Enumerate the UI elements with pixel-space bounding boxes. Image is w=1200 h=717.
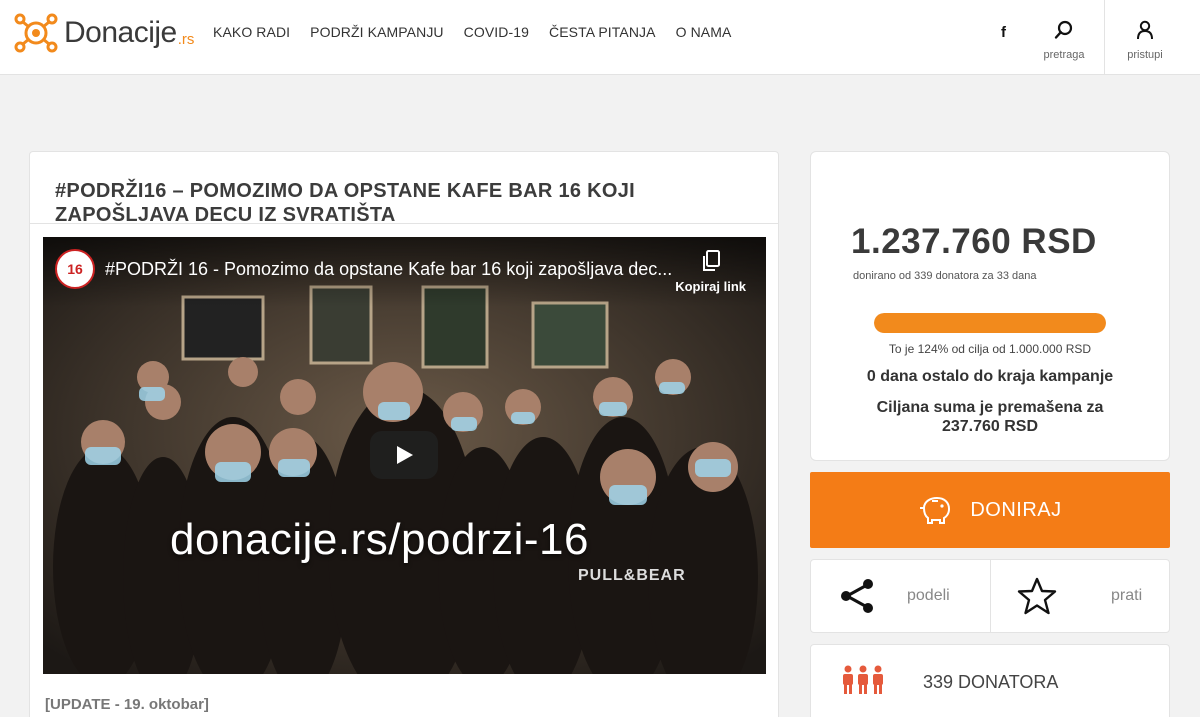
donated-note: donirano od 339 donatora za 33 dana bbox=[853, 270, 1037, 282]
search-label: pretraga bbox=[1043, 49, 1085, 61]
nav-item-cesta-pitanja[interactable]: ČESTA PITANJA bbox=[549, 24, 656, 40]
follow-button[interactable]: prati bbox=[991, 560, 1170, 632]
amount-raised: 1.237.760 RSD bbox=[851, 222, 1097, 261]
header-divider bbox=[1104, 0, 1105, 75]
nav-item-podrzi-kampanju[interactable]: PODRŽI KAMPANJU bbox=[310, 24, 443, 40]
video-player[interactable]: 16 #PODRŽI 16 - Pomozimo da opstane Kafe… bbox=[43, 237, 766, 674]
campaign-card: #PODRŽI16 – POMOZIMO DA OPSTANE KAFE BAR… bbox=[29, 151, 779, 717]
facebook-icon[interactable]: f bbox=[1001, 24, 1006, 41]
star-icon bbox=[1017, 577, 1057, 615]
play-icon bbox=[397, 446, 413, 464]
channel-avatar[interactable]: 16 bbox=[55, 249, 95, 289]
nav-item-covid-19[interactable]: COVID-19 bbox=[464, 24, 529, 40]
people-icon bbox=[843, 665, 883, 694]
video-title[interactable]: #PODRŽI 16 - Pomozimo da opstane Kafe ba… bbox=[105, 259, 672, 280]
search-icon bbox=[1054, 20, 1073, 39]
donors-card[interactable]: 339 DONATORA bbox=[810, 644, 1170, 717]
copy-link-label: Kopiraj link bbox=[675, 279, 746, 294]
shirt-print: PULL&BEAR bbox=[578, 567, 686, 584]
logo-tld: .rs bbox=[177, 30, 195, 48]
logo-text: Donacije bbox=[64, 16, 177, 49]
video-caption: donacije.rs/podrzi-16 bbox=[170, 515, 589, 564]
donation-stats-card: 1.237.760 RSD donirano od 339 donatora z… bbox=[810, 151, 1170, 461]
user-icon bbox=[1137, 20, 1153, 40]
donate-label: DONIRAJ bbox=[970, 498, 1062, 521]
copy-icon bbox=[702, 250, 720, 271]
nav-item-kako-radi[interactable]: KAKO RADI bbox=[213, 24, 290, 40]
logo-network-icon bbox=[14, 13, 58, 53]
update-heading: [UPDATE - 19. oktobar] bbox=[45, 696, 209, 713]
logo[interactable]: Donacije .rs bbox=[12, 8, 194, 58]
nav-item-o-nama[interactable]: O NAMA bbox=[676, 24, 732, 40]
piggy-bank-icon bbox=[920, 496, 951, 524]
copy-link-button[interactable]: Kopiraj link bbox=[675, 249, 746, 294]
progress-bar bbox=[874, 313, 1106, 333]
share-label: podeli bbox=[907, 587, 950, 604]
progress-fill bbox=[874, 313, 1106, 333]
share-icon bbox=[841, 579, 873, 613]
follow-label: prati bbox=[1111, 587, 1143, 604]
donors-count: 339 DONATORA bbox=[923, 672, 1059, 692]
campaign-title: #PODRŽI16 – POMOZIMO DA OPSTANE KAFE BAR… bbox=[55, 180, 636, 226]
actions-card: podeli prati bbox=[810, 559, 1170, 633]
donate-button[interactable]: DONIRAJ bbox=[810, 472, 1170, 548]
top-navigation-bar: Donacije .rs KAKO RADI PODRŽI KAMPANJU CO… bbox=[0, 0, 1200, 75]
share-button[interactable]: podeli bbox=[811, 560, 990, 632]
days-left: 0 dana ostalo do kraja kampanje bbox=[866, 368, 1114, 385]
main-nav: KAKO RADI PODRŽI KAMPANJU COVID-19 ČESTA… bbox=[213, 24, 751, 40]
login-button[interactable]: pristupi bbox=[1118, 0, 1172, 75]
play-button[interactable] bbox=[370, 431, 438, 479]
title-divider bbox=[30, 223, 778, 224]
percent-note: To je 124% od cilja od 1.000.000 RSD bbox=[888, 342, 1092, 356]
goal-exceeded-note: Ciljana suma je premašena za 237.760 RSD bbox=[876, 399, 1104, 435]
search-button[interactable]: pretraga bbox=[1037, 0, 1091, 75]
login-label: pristupi bbox=[1127, 49, 1163, 61]
